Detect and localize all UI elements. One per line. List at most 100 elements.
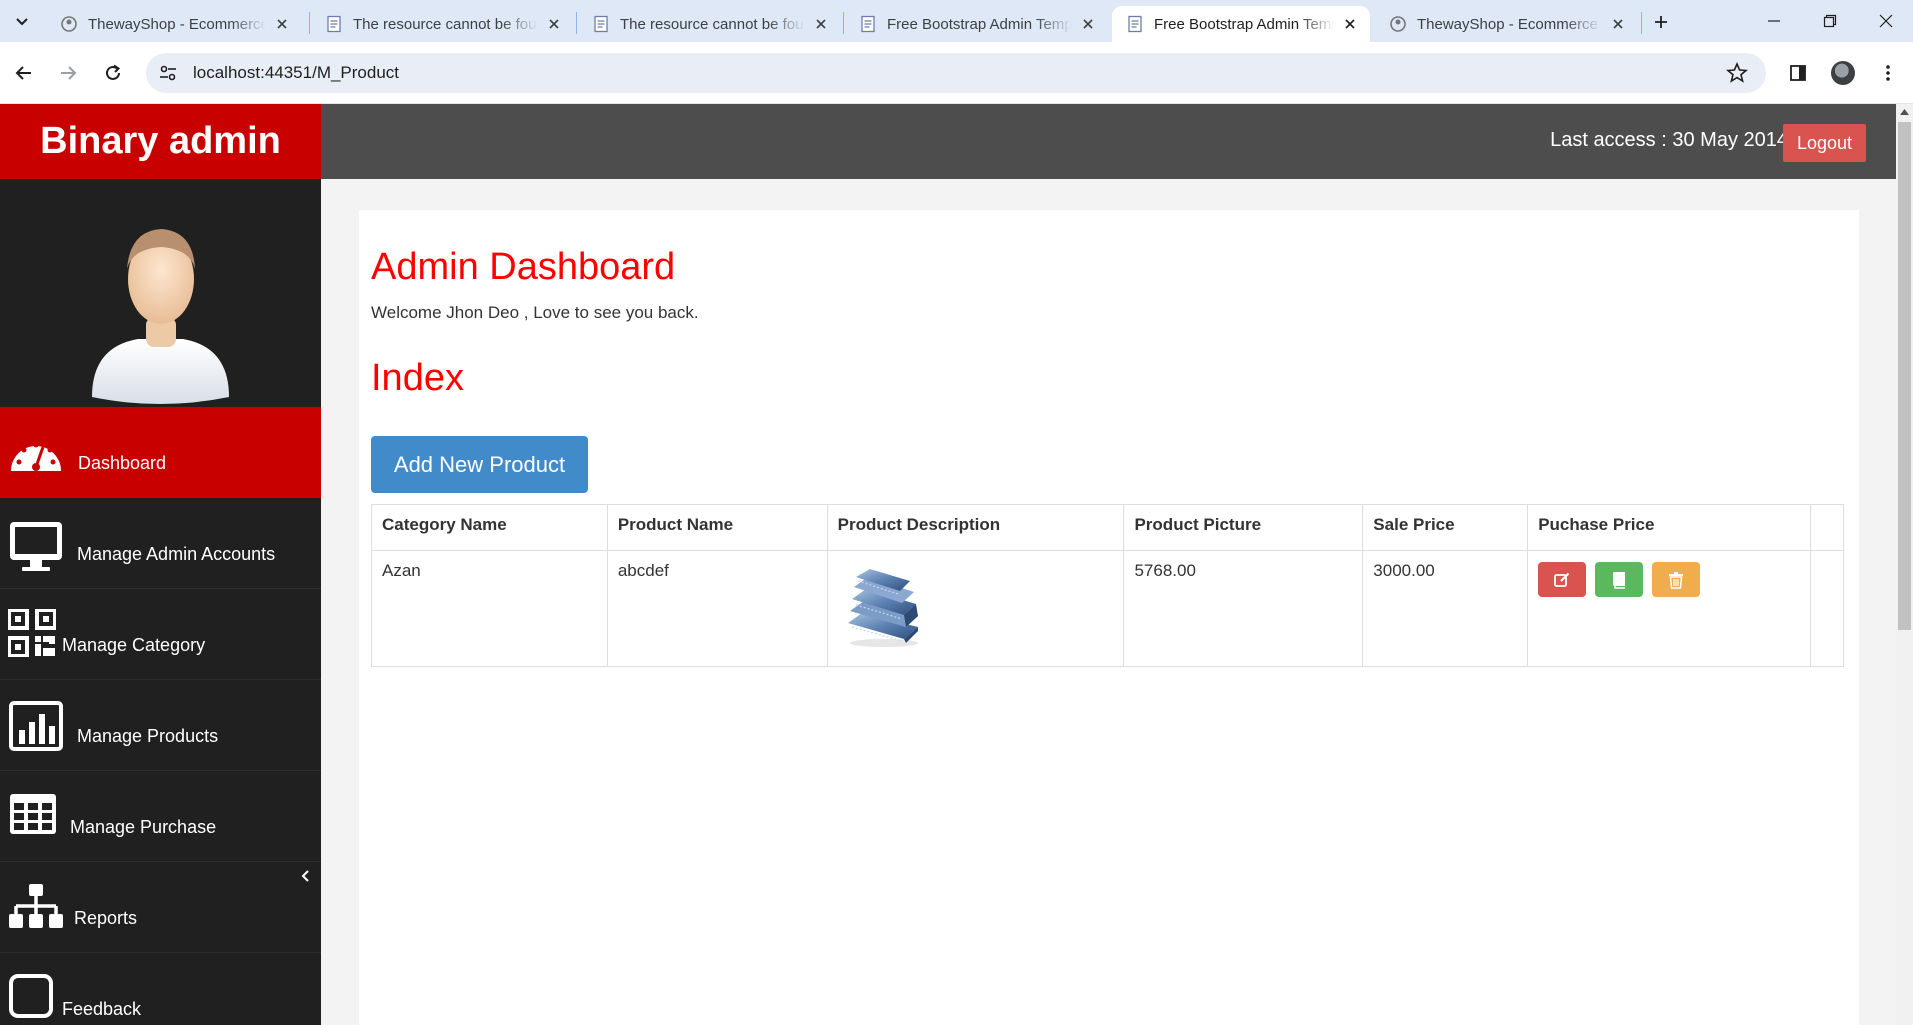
browser-tab-3[interactable]: The resource cannot be found bbox=[578, 6, 841, 42]
document-favicon-icon bbox=[327, 15, 341, 33]
delete-button[interactable] bbox=[1651, 562, 1700, 597]
product-name-cell: abcdef bbox=[606, 550, 828, 667]
section-title: Index bbox=[371, 357, 464, 399]
edit-icon bbox=[1554, 572, 1570, 587]
sidebar-item-manage-purchase[interactable]: Manage Purchase bbox=[0, 771, 321, 862]
document-favicon-icon bbox=[594, 15, 608, 33]
qrcode-icon bbox=[8, 609, 56, 657]
brand-text: Binary admin bbox=[40, 120, 281, 162]
brand-logo[interactable]: Binary admin bbox=[0, 104, 321, 179]
shop-favicon-icon bbox=[61, 16, 77, 32]
book-icon bbox=[1612, 571, 1625, 589]
back-button[interactable] bbox=[8, 57, 40, 89]
sidebar-item-manage-category[interactable]: Manage Category bbox=[0, 589, 321, 680]
column-header: Product Picture bbox=[1123, 504, 1364, 551]
sidebar-item-feedback[interactable]: Feedback bbox=[0, 953, 321, 1025]
sidebar-item-label: Manage Admin Accounts bbox=[77, 544, 276, 564]
sidebar: Dashboard Manage Admin Accounts Manage C… bbox=[0, 179, 321, 1025]
details-button[interactable] bbox=[1594, 562, 1643, 597]
close-icon bbox=[1879, 14, 1893, 28]
tab-title: ThewayShop - Ecommerce bbox=[1417, 15, 1598, 33]
sitemap-icon bbox=[9, 884, 63, 928]
kebab-menu-icon bbox=[1886, 65, 1890, 81]
browser-menu-button[interactable] bbox=[1872, 57, 1904, 89]
side-panel-icon bbox=[1790, 65, 1806, 81]
close-window-button[interactable] bbox=[1858, 0, 1913, 42]
close-tab-icon[interactable] bbox=[1078, 14, 1098, 34]
welcome-message: Welcome Jhon Deo , Love to see you back. bbox=[371, 303, 699, 322]
sale-price-cell: 3000.00 bbox=[1362, 550, 1529, 667]
table-header-row: Category Name Product Name Product Descr… bbox=[371, 504, 1845, 551]
tab-separator bbox=[309, 12, 310, 34]
logout-button[interactable]: Logout bbox=[1783, 124, 1866, 162]
tab-title: The resource cannot be found bbox=[353, 15, 538, 33]
close-tab-icon[interactable] bbox=[811, 14, 831, 34]
arrow-left-icon bbox=[15, 66, 31, 80]
restore-button[interactable] bbox=[1802, 0, 1858, 42]
bookmark-star-icon[interactable] bbox=[1726, 62, 1748, 84]
browser-tab-strip: ThewayShop - Ecommerce The resource cann… bbox=[0, 0, 1913, 42]
reload-icon bbox=[106, 64, 121, 80]
user-avatar-icon bbox=[92, 229, 229, 404]
close-tab-icon[interactable] bbox=[1340, 14, 1360, 34]
category-cell: Azan bbox=[371, 550, 608, 667]
scrollbar-thumb[interactable] bbox=[1898, 122, 1911, 630]
product-picture-cell: 5768.00 bbox=[1123, 550, 1364, 667]
main-content-panel: Admin Dashboard Welcome Jhon Deo , Love … bbox=[359, 210, 1859, 1025]
shop-favicon-icon bbox=[1390, 16, 1406, 32]
close-tab-icon[interactable] bbox=[1608, 14, 1628, 34]
chevron-down-icon bbox=[16, 18, 28, 26]
chevron-left-icon[interactable] bbox=[299, 869, 313, 883]
tab-separator bbox=[1641, 12, 1642, 34]
column-header: Product Description bbox=[826, 504, 1125, 551]
tab-title: Free Bootstrap Admin Template bbox=[1154, 15, 1334, 33]
tab-title: The resource cannot be found bbox=[620, 15, 805, 33]
document-favicon-icon bbox=[861, 15, 875, 33]
tab-title: ThewayShop - Ecommerce bbox=[88, 15, 266, 33]
top-navbar: Last access : 30 May 2014 Logout bbox=[321, 104, 1896, 179]
arrow-right-icon bbox=[61, 66, 77, 80]
table-row: Azan abcdef 5768.00 3000.00 bbox=[371, 550, 1845, 667]
user-profile-image bbox=[0, 179, 321, 407]
browser-tab-6[interactable]: ThewayShop - Ecommerce bbox=[1375, 6, 1638, 42]
column-header bbox=[1809, 504, 1845, 551]
dashboard-icon bbox=[10, 442, 62, 471]
sidebar-item-label: Manage Purchase bbox=[70, 817, 217, 837]
site-settings-icon[interactable] bbox=[158, 63, 178, 83]
tab-title: Free Bootstrap Admin Template bbox=[887, 15, 1072, 33]
new-tab-button[interactable] bbox=[1648, 9, 1674, 35]
minimize-button[interactable] bbox=[1746, 0, 1802, 42]
browser-tab-5-active[interactable]: Free Bootstrap Admin Template bbox=[1112, 6, 1370, 42]
forward-button[interactable] bbox=[52, 57, 84, 89]
close-tab-icon[interactable] bbox=[544, 14, 564, 34]
tab-separator bbox=[843, 12, 844, 34]
restore-icon bbox=[1823, 14, 1837, 28]
edit-button[interactable] bbox=[1538, 562, 1587, 597]
sidebar-item-manage-products[interactable]: Manage Products bbox=[0, 680, 321, 771]
side-panel-button[interactable] bbox=[1782, 57, 1814, 89]
column-header: Category Name bbox=[371, 504, 608, 551]
sidebar-item-reports[interactable]: Reports bbox=[0, 862, 321, 953]
sidebar-item-dashboard[interactable]: Dashboard bbox=[0, 407, 321, 498]
scroll-up-arrow-icon[interactable] bbox=[1899, 107, 1910, 117]
web-page: Binary admin Last access : 30 May 2014 L… bbox=[0, 104, 1913, 1025]
profile-button[interactable] bbox=[1827, 57, 1859, 89]
tab-separator bbox=[576, 12, 577, 34]
browser-tab-1[interactable]: ThewayShop - Ecommerce bbox=[46, 6, 302, 42]
tab-search-button[interactable] bbox=[9, 8, 35, 34]
column-header: Sale Price bbox=[1362, 504, 1529, 551]
address-bar[interactable]: localhost:44351/M_Product bbox=[146, 53, 1766, 93]
sidebar-item-label: Manage Products bbox=[77, 726, 219, 746]
sidebar-item-manage-admin-accounts[interactable]: Manage Admin Accounts bbox=[0, 498, 321, 589]
last-access-text: Last access : 30 May 2014 bbox=[1550, 129, 1788, 151]
minimize-icon bbox=[1768, 20, 1780, 22]
add-new-product-button[interactable]: Add New Product bbox=[371, 436, 588, 493]
products-table: Category Name Product Name Product Descr… bbox=[371, 504, 1845, 667]
browser-tab-4[interactable]: Free Bootstrap Admin Template bbox=[845, 6, 1108, 42]
url-text[interactable]: localhost:44351/M_Product bbox=[193, 63, 399, 83]
reload-button[interactable] bbox=[97, 57, 129, 89]
close-tab-icon[interactable] bbox=[272, 14, 292, 34]
browser-tab-2[interactable]: The resource cannot be found bbox=[311, 6, 574, 42]
bar-chart-icon bbox=[9, 701, 63, 751]
product-description-cell bbox=[826, 550, 1125, 667]
